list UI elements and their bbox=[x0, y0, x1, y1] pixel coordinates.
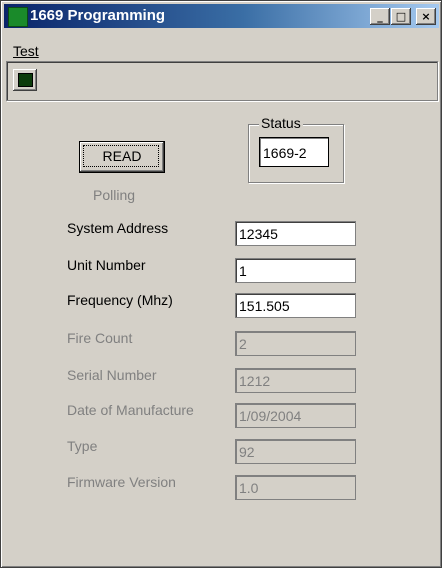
system-address-label: System Address bbox=[67, 220, 169, 236]
chip-tool-button[interactable] bbox=[13, 69, 37, 91]
minimize-button[interactable]: _ bbox=[370, 8, 390, 25]
system-address-input[interactable]: 12345 bbox=[235, 221, 356, 246]
chip-icon bbox=[18, 73, 33, 87]
unit-number-input[interactable]: 1 bbox=[235, 258, 356, 283]
unit-number-label: Unit Number bbox=[67, 257, 146, 273]
polling-label: Polling bbox=[93, 187, 136, 203]
app-window: 1669 Programming _ □ × Test READ Polling… bbox=[0, 0, 442, 568]
status-field: 1669-2 bbox=[259, 137, 329, 167]
focus-rect bbox=[83, 145, 159, 167]
maximize-button[interactable]: □ bbox=[391, 8, 411, 25]
firmware-version-input: 1.0 bbox=[235, 475, 356, 500]
window-title: 1669 Programming bbox=[30, 7, 166, 24]
date-of-manufacture-label: Date of Manufacture bbox=[67, 402, 194, 418]
title-bar[interactable]: 1669 Programming _ □ × bbox=[4, 4, 439, 28]
frequency-label: Frequency (Mhz) bbox=[67, 292, 173, 308]
app-icon bbox=[8, 7, 28, 27]
type-input: 92 bbox=[235, 439, 356, 464]
fire-count-input: 2 bbox=[235, 331, 356, 356]
menu-test[interactable]: Test bbox=[13, 43, 39, 59]
firmware-version-label: Firmware Version bbox=[67, 474, 176, 490]
close-button[interactable]: × bbox=[416, 8, 436, 25]
serial-number-label: Serial Number bbox=[67, 367, 157, 383]
toolbar bbox=[6, 61, 438, 101]
type-label: Type bbox=[67, 438, 98, 454]
frequency-input[interactable]: 151.505 bbox=[235, 293, 356, 318]
fire-count-label: Fire Count bbox=[67, 330, 133, 346]
status-caption: Status bbox=[259, 115, 303, 131]
date-of-manufacture-input: 1/09/2004 bbox=[235, 403, 356, 428]
serial-number-input: 1212 bbox=[235, 368, 356, 393]
